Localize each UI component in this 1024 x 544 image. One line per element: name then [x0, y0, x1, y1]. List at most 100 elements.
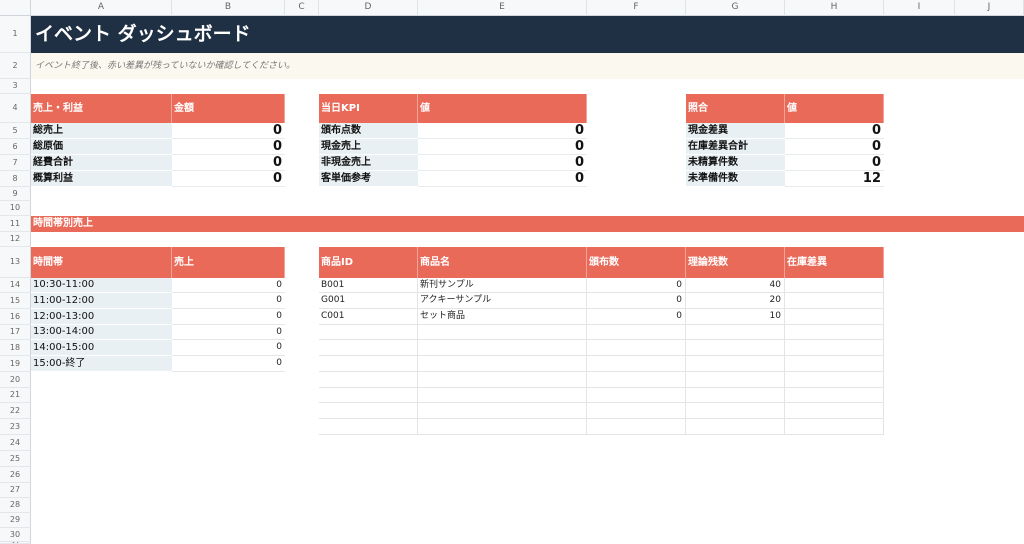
product-product-id-cell[interactable]: [319, 403, 418, 419]
row-header-4[interactable]: 4: [0, 94, 31, 123]
product-stock-diff-cell[interactable]: [785, 340, 884, 356]
sales-label-cell[interactable]: 概算利益: [31, 171, 172, 187]
column-header-h[interactable]: H: [785, 0, 884, 16]
product-distributed-count-cell[interactable]: [587, 403, 686, 419]
product-stock-diff-cell[interactable]: [785, 278, 884, 293]
row-header-12[interactable]: 12: [0, 232, 31, 247]
kpi-label-cell[interactable]: 客単価参考: [319, 171, 418, 187]
sales-label-cell[interactable]: 総売上: [31, 123, 172, 139]
dashboard-title[interactable]: イベント ダッシュボード: [31, 16, 1024, 53]
kpi-value-cell[interactable]: 0: [418, 155, 587, 171]
row-header-20[interactable]: 20: [0, 372, 31, 388]
product-product-name-cell[interactable]: [418, 372, 587, 388]
reconcile-value-cell[interactable]: 0: [785, 155, 884, 171]
sales-label-cell[interactable]: 経費合計: [31, 155, 172, 171]
product-distributed-count-cell[interactable]: [587, 372, 686, 388]
reconcile-label-cell[interactable]: 未精算件数: [686, 155, 785, 171]
sales-value-cell[interactable]: 0: [172, 155, 285, 171]
product-header-product-id[interactable]: 商品ID: [319, 247, 418, 278]
product-theoretical-stock-cell[interactable]: 40: [686, 278, 785, 293]
row-header-29[interactable]: 29: [0, 513, 31, 528]
sales-value-cell[interactable]: 0: [172, 171, 285, 187]
row-header-22[interactable]: 22: [0, 403, 31, 419]
time-slot-cell[interactable]: 12:00-13:00: [31, 309, 172, 325]
reconcile-label-cell[interactable]: 現金差異: [686, 123, 785, 139]
product-distributed-count-cell[interactable]: [587, 340, 686, 356]
kpi-label-cell[interactable]: 現金売上: [319, 139, 418, 155]
time-slot-cell[interactable]: 10:30-11:00: [31, 278, 172, 293]
row-header-23[interactable]: 23: [0, 419, 31, 435]
sales-header-value[interactable]: 金額: [172, 94, 285, 123]
product-distributed-count-cell[interactable]: 0: [587, 278, 686, 293]
kpi-header-value[interactable]: 値: [418, 94, 587, 123]
row-header-7[interactable]: 7: [0, 155, 31, 171]
column-header-j[interactable]: J: [955, 0, 1024, 16]
product-theoretical-stock-cell[interactable]: [686, 340, 785, 356]
product-theoretical-stock-cell[interactable]: [686, 388, 785, 403]
time-sales-cell[interactable]: 0: [172, 356, 285, 372]
row-header-14[interactable]: 14: [0, 278, 31, 293]
column-header-f[interactable]: F: [587, 0, 686, 16]
row-header-6[interactable]: 6: [0, 139, 31, 155]
instruction-note[interactable]: イベント終了後、赤い差異が残っていないか確認してください。: [31, 53, 1024, 79]
time-sales-cell[interactable]: 0: [172, 278, 285, 293]
product-product-id-cell[interactable]: G001: [319, 293, 418, 309]
product-product-name-cell[interactable]: [418, 340, 587, 356]
time-slot-cell[interactable]: 13:00-14:00: [31, 325, 172, 340]
row-header-26[interactable]: 26: [0, 467, 31, 483]
product-product-name-cell[interactable]: [418, 356, 587, 372]
product-product-name-cell[interactable]: セット商品: [418, 309, 587, 325]
time-sales-cell[interactable]: 0: [172, 293, 285, 309]
row-header-21[interactable]: 21: [0, 388, 31, 403]
time-header-slot[interactable]: 時間帯: [31, 247, 172, 278]
row-header-19[interactable]: 19: [0, 356, 31, 372]
row-header-5[interactable]: 5: [0, 123, 31, 139]
product-stock-diff-cell[interactable]: [785, 388, 884, 403]
time-sales-cell[interactable]: 0: [172, 309, 285, 325]
product-product-name-cell[interactable]: [418, 419, 587, 435]
column-header-d[interactable]: D: [319, 0, 418, 16]
product-distributed-count-cell[interactable]: [587, 325, 686, 340]
time-header-sales[interactable]: 売上: [172, 247, 285, 278]
row-header-8[interactable]: 8: [0, 171, 31, 187]
product-product-name-cell[interactable]: 新刊サンプル: [418, 278, 587, 293]
product-stock-diff-cell[interactable]: [785, 293, 884, 309]
row-header-27[interactable]: 27: [0, 483, 31, 498]
kpi-value-cell[interactable]: 0: [418, 123, 587, 139]
product-stock-diff-cell[interactable]: [785, 309, 884, 325]
product-product-id-cell[interactable]: C001: [319, 309, 418, 325]
product-header-product-name[interactable]: 商品名: [418, 247, 587, 278]
column-header-b[interactable]: B: [172, 0, 285, 16]
row-header-25[interactable]: 25: [0, 451, 31, 467]
product-product-id-cell[interactable]: [319, 356, 418, 372]
product-product-name-cell[interactable]: アクキーサンプル: [418, 293, 587, 309]
product-product-id-cell[interactable]: [319, 340, 418, 356]
time-section-title[interactable]: 時間帯別売上: [31, 216, 1024, 232]
row-header-2[interactable]: 2: [0, 53, 31, 79]
product-stock-diff-cell[interactable]: [785, 419, 884, 435]
row-header-18[interactable]: 18: [0, 340, 31, 356]
product-product-id-cell[interactable]: [319, 372, 418, 388]
product-header-theoretical-stock[interactable]: 理論残数: [686, 247, 785, 278]
product-product-name-cell[interactable]: [418, 388, 587, 403]
product-distributed-count-cell[interactable]: [587, 388, 686, 403]
product-stock-diff-cell[interactable]: [785, 372, 884, 388]
column-header-e[interactable]: E: [418, 0, 587, 16]
product-product-name-cell[interactable]: [418, 403, 587, 419]
row-header-28[interactable]: 28: [0, 498, 31, 513]
product-distributed-count-cell[interactable]: [587, 356, 686, 372]
column-header-c[interactable]: C: [285, 0, 319, 16]
product-product-id-cell[interactable]: B001: [319, 278, 418, 293]
time-slot-cell[interactable]: 14:00-15:00: [31, 340, 172, 356]
product-distributed-count-cell[interactable]: 0: [587, 309, 686, 325]
product-theoretical-stock-cell[interactable]: 10: [686, 309, 785, 325]
row-header-11[interactable]: 11: [0, 216, 31, 232]
product-distributed-count-cell[interactable]: [587, 419, 686, 435]
product-product-id-cell[interactable]: [319, 419, 418, 435]
time-sales-cell[interactable]: 0: [172, 325, 285, 340]
product-product-name-cell[interactable]: [418, 325, 587, 340]
column-header-i[interactable]: I: [884, 0, 955, 16]
product-header-stock-diff[interactable]: 在庫差異: [785, 247, 884, 278]
row-header-9[interactable]: 9: [0, 187, 31, 201]
row-header-17[interactable]: 17: [0, 325, 31, 340]
